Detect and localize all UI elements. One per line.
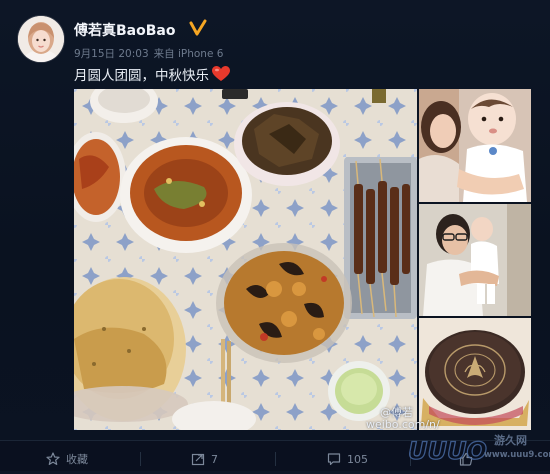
username-link[interactable]: 傅若真BaoBao — [74, 20, 175, 40]
site-name: 游久网 — [494, 434, 527, 447]
verified-badge-icon — [189, 19, 207, 37]
site-url: www.uuu9.com — [484, 450, 550, 460]
thumb-photo-father-baby[interactable] — [419, 204, 531, 316]
divider — [140, 452, 141, 466]
thumb-photo-mooncake[interactable] — [419, 318, 531, 430]
repost-button[interactable]: 7 — [191, 451, 218, 467]
user-avatar[interactable] — [18, 16, 64, 62]
comment-count: 105 — [347, 452, 368, 466]
site-watermark-logo: UUUO — [404, 427, 550, 470]
comment-button[interactable]: 105 — [327, 451, 368, 467]
post-meta: 9月15日 20:03 来自 iPhone 6 — [74, 46, 228, 61]
post-time[interactable]: 9月15日 20:03 — [74, 48, 149, 60]
thumb-photo-mother-baby[interactable] — [419, 89, 531, 202]
main-photo-dinner-table[interactable] — [74, 89, 417, 430]
post-text-content: 月圆人团圆，中秋快乐 — [74, 68, 209, 84]
divider — [275, 452, 276, 466]
heart-emoji-icon — [212, 66, 230, 82]
post-source: 来自 iPhone 6 — [153, 48, 224, 60]
favorite-button[interactable]: 收藏 — [46, 451, 88, 467]
site-logo-text: UUUO — [408, 437, 487, 465]
favorite-label: 收藏 — [66, 453, 88, 466]
repost-count: 7 — [211, 452, 218, 466]
favorite-star-icon — [46, 452, 60, 465]
repost-icon — [191, 453, 205, 466]
post-text: 月圆人团圆，中秋快乐 — [74, 64, 230, 84]
comment-icon — [327, 453, 341, 466]
